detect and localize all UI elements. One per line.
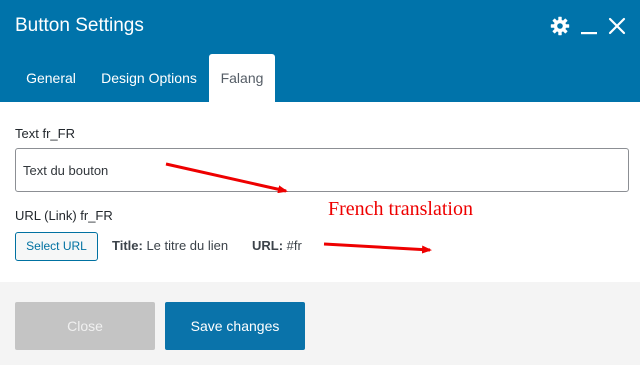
url-field-label: URL (Link) fr_FR xyxy=(15,208,113,223)
link-url-key: URL: xyxy=(252,238,284,253)
save-changes-button[interactable]: Save changes xyxy=(165,302,305,350)
minimize-icon[interactable] xyxy=(576,12,602,40)
gear-icon[interactable] xyxy=(547,12,573,40)
select-url-button[interactable]: Select URL xyxy=(15,232,98,261)
tab-falang[interactable]: Falang xyxy=(209,54,275,102)
link-title-value: Le titre du lien xyxy=(146,238,229,253)
close-button[interactable]: Close xyxy=(15,302,155,350)
dialog-title: Button Settings xyxy=(15,15,144,36)
tab-content: Text fr_FR URL (Link) fr_FR Select URL T… xyxy=(0,102,640,282)
link-title-display: Title: Le titre du lien xyxy=(112,238,228,253)
tab-design-options[interactable]: Design Options xyxy=(92,54,206,102)
close-icon[interactable] xyxy=(604,12,630,40)
dialog-footer: Close Save changes xyxy=(0,282,640,365)
text-field-label: Text fr_FR xyxy=(15,126,75,141)
dialog-header: Button Settings General Design Options F… xyxy=(0,0,640,102)
text-input[interactable] xyxy=(15,148,629,192)
tab-general[interactable]: General xyxy=(14,54,88,102)
annotation-label: French translation xyxy=(328,198,473,220)
link-title-key: Title: xyxy=(112,238,143,253)
link-url-display: URL: #fr xyxy=(252,238,302,253)
link-url-value: #fr xyxy=(286,238,302,253)
